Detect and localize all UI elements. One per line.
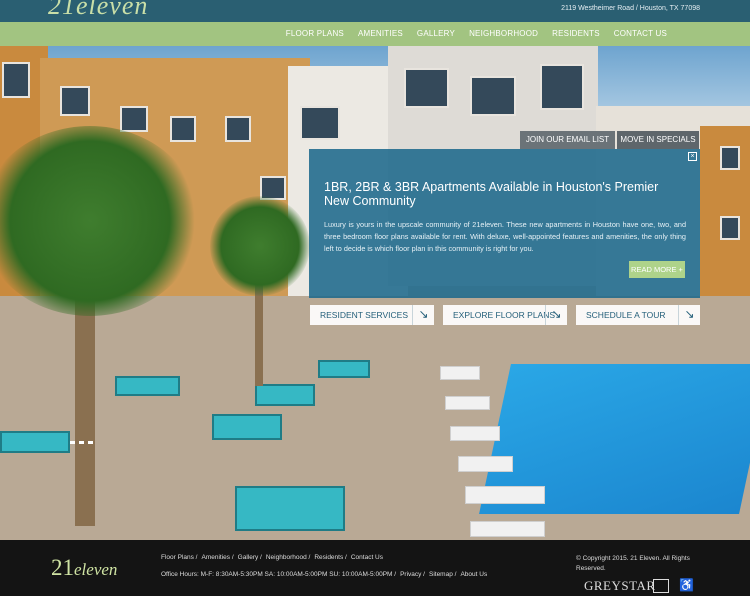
nav-floor-plans[interactable]: FLOOR PLANS <box>279 29 351 38</box>
nav-gallery[interactable]: GALLERY <box>410 29 462 38</box>
footer-logo-number: 21 <box>51 555 74 580</box>
outdoor-sofa <box>212 414 282 440</box>
nav-neighborhood[interactable]: NEIGHBORHOOD <box>462 29 545 38</box>
site-logo[interactable]: 21eleven <box>48 0 148 21</box>
window <box>2 62 30 98</box>
resident-services-button[interactable]: RESIDENT SERVICES ↘ <box>310 305 434 325</box>
cta-label: SCHEDULE A TOUR <box>586 310 666 320</box>
outdoor-sofa <box>318 360 370 378</box>
window <box>225 116 251 142</box>
footer-links-secondary: Office Hours: M-F: 8:30AM-5:30PM SA: 10:… <box>161 571 491 578</box>
footer-logo-word: eleven <box>74 560 118 579</box>
window <box>720 216 740 240</box>
window <box>300 106 340 140</box>
outdoor-sofa <box>115 376 180 396</box>
footer-link-privacy[interactable]: Privacy / <box>400 571 425 578</box>
panel-description: Luxury is yours in the upscale community… <box>324 220 686 253</box>
lounger <box>450 426 500 441</box>
office-hours-text: Office Hours: M-F: 8:30AM-5:30PM SA: 10:… <box>161 571 397 578</box>
footer-link-amenities[interactable]: Amenities / <box>202 554 234 561</box>
footer-link-neighborhood[interactable]: Neighborhood / <box>266 554 310 561</box>
close-icon[interactable]: × <box>688 152 697 161</box>
footer-link-about-us[interactable]: About Us <box>460 571 487 578</box>
arrow-down-right-icon: ↘ <box>678 305 700 325</box>
lounger <box>465 486 545 504</box>
cta-label: EXPLORE FLOOR PLANS <box>453 310 556 320</box>
window <box>720 146 740 170</box>
window <box>540 64 584 110</box>
join-email-list-tab[interactable]: JOIN OUR EMAIL LIST <box>520 131 615 149</box>
read-more-button[interactable]: READ MORE + <box>629 261 685 278</box>
panel-title: 1BR, 2BR & 3BR Apartments Available in H… <box>324 180 659 208</box>
explore-floor-plans-button[interactable]: EXPLORE FLOOR PLANS ↘ <box>443 305 567 325</box>
palm-tree <box>210 196 310 296</box>
footer-logo[interactable]: 21eleven <box>51 555 117 581</box>
outdoor-sofa <box>0 431 70 453</box>
greystar-logo[interactable]: GREYSTAR <box>584 578 656 594</box>
move-in-specials-tab[interactable]: MOVE IN SPECIALS <box>617 131 699 149</box>
footer-link-residents[interactable]: Residents / <box>314 554 347 561</box>
schedule-a-tour-button[interactable]: SCHEDULE A TOUR ↘ <box>576 305 700 325</box>
footer-link-contact-us[interactable]: Contact Us <box>351 554 383 561</box>
slide-indicator[interactable] <box>70 441 93 444</box>
copyright-text: © Copyright 2015. 21 Eleven. All Rights … <box>576 555 690 572</box>
intro-panel: × 1BR, 2BR & 3BR Apartments Available in… <box>309 149 700 298</box>
window <box>404 68 449 108</box>
footer-link-sitemap[interactable]: Sitemap / <box>429 571 456 578</box>
arrow-down-right-icon: ↘ <box>412 305 434 325</box>
nav-amenities[interactable]: AMENITIES <box>351 29 410 38</box>
lounger <box>458 456 513 472</box>
lounger <box>445 396 490 410</box>
accessibility-icon: ♿ <box>679 578 694 592</box>
lounger <box>470 521 545 537</box>
arrow-down-right-icon: ↘ <box>545 305 567 325</box>
address-text: 2119 Westheimer Road / Houston, TX 77098 <box>561 5 700 12</box>
footer-link-gallery[interactable]: Gallery / <box>238 554 262 561</box>
nav-contact-us[interactable]: CONTACT US <box>607 29 674 38</box>
window <box>170 116 196 142</box>
outdoor-sofa <box>235 486 345 531</box>
cta-label: RESIDENT SERVICES <box>320 310 409 320</box>
outdoor-sofa <box>255 384 315 406</box>
lounger <box>440 366 480 380</box>
footer-link-floor-plans[interactable]: Floor Plans / <box>161 554 198 561</box>
footer-links: Floor Plans / Amenities / Gallery / Neig… <box>161 554 387 561</box>
window <box>120 106 148 132</box>
equal-housing-icon <box>653 579 669 593</box>
main-nav: FLOOR PLANS AMENITIES GALLERY NEIGHBORHO… <box>279 29 674 38</box>
window <box>470 76 516 116</box>
window <box>60 86 90 116</box>
nav-residents[interactable]: RESIDENTS <box>545 29 607 38</box>
